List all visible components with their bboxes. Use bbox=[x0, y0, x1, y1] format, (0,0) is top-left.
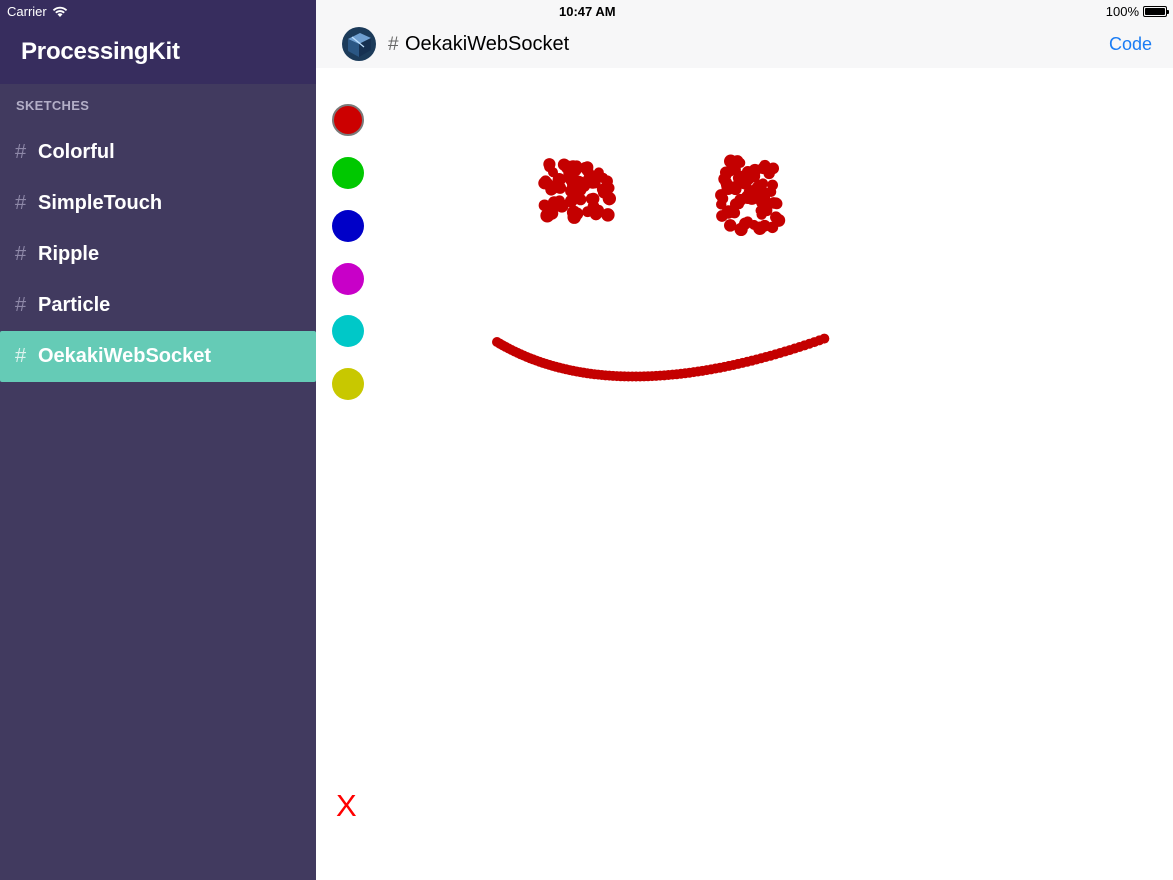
sidebar-item-label: SimpleTouch bbox=[38, 192, 163, 214]
brush-dot bbox=[772, 213, 786, 227]
brush-dot bbox=[573, 175, 584, 186]
color-swatch-cyan[interactable] bbox=[332, 315, 364, 347]
carrier-label: Carrier bbox=[7, 4, 47, 19]
clear-button[interactable]: X bbox=[336, 788, 357, 824]
battery-icon bbox=[1143, 6, 1169, 17]
color-swatch-blue[interactable] bbox=[332, 210, 364, 242]
app-title: ProcessingKit bbox=[21, 38, 180, 65]
sidebar-item-colorful[interactable]: # Colorful bbox=[0, 127, 316, 178]
status-carrier: Carrier bbox=[7, 4, 68, 19]
brush-dot bbox=[757, 178, 769, 189]
brush-dot bbox=[716, 210, 728, 222]
hash-icon: # bbox=[15, 192, 27, 214]
hash-icon: # bbox=[15, 141, 27, 163]
brush-dot bbox=[742, 216, 753, 227]
brush-dot bbox=[563, 166, 576, 180]
hash-icon: # bbox=[15, 345, 27, 367]
brush-dot bbox=[819, 333, 830, 344]
processingkit-logo-icon bbox=[342, 27, 376, 61]
hash-icon: # bbox=[15, 294, 27, 316]
sidebar-item-ripple[interactable]: # Ripple bbox=[0, 229, 316, 280]
wifi-icon bbox=[52, 6, 67, 17]
color-swatch-yellow[interactable] bbox=[332, 368, 364, 400]
brush-dot bbox=[722, 178, 733, 190]
brush-dot bbox=[756, 209, 767, 220]
sidebar-item-particle[interactable]: # Particle bbox=[0, 280, 316, 331]
brush-dot bbox=[716, 199, 727, 210]
color-swatch-green[interactable] bbox=[332, 157, 364, 189]
color-swatch-red[interactable] bbox=[332, 104, 364, 136]
nav-hash-icon: # bbox=[388, 34, 399, 55]
sketch-list: # Colorful # SimpleTouch # Ripple # Part… bbox=[0, 127, 316, 382]
brush-dot bbox=[602, 186, 613, 197]
sidebar: ProcessingKit SKETCHES # Colorful # Simp… bbox=[0, 0, 316, 880]
sidebar-item-label: Ripple bbox=[38, 243, 100, 265]
battery-percentage: 100% bbox=[1105, 4, 1139, 19]
brush-dot bbox=[723, 165, 736, 177]
sidebar-item-label: OekakiWebSocket bbox=[38, 345, 212, 367]
hash-icon: # bbox=[15, 243, 27, 265]
page-title: OekakiWebSocket bbox=[405, 33, 570, 55]
status-time: 10:47 AM bbox=[559, 4, 616, 19]
status-battery: 100% bbox=[1105, 4, 1169, 19]
brush-dot bbox=[759, 159, 771, 172]
sketch-drawing bbox=[492, 154, 830, 382]
brush-dot bbox=[583, 167, 595, 178]
sidebar-item-label: Particle bbox=[38, 294, 111, 316]
brush-dot bbox=[541, 177, 554, 190]
brush-dot bbox=[545, 207, 559, 220]
sidebar-item-label: Colorful bbox=[38, 141, 115, 163]
brush-dot bbox=[587, 200, 600, 213]
brush-dot bbox=[770, 197, 782, 208]
sidebar-item-simpletouch[interactable]: # SimpleTouch bbox=[0, 178, 316, 229]
brush-dot bbox=[565, 184, 578, 198]
brush-dot bbox=[743, 185, 756, 199]
code-button[interactable]: Code bbox=[1109, 34, 1152, 55]
brush-dot bbox=[741, 172, 755, 186]
color-swatch-magenta[interactable] bbox=[332, 263, 364, 295]
brush-dot bbox=[729, 198, 742, 210]
brush-dot bbox=[544, 161, 555, 173]
section-label-sketches: SKETCHES bbox=[16, 98, 90, 113]
brush-dot bbox=[566, 205, 580, 219]
brush-dot bbox=[574, 193, 587, 206]
brush-dot bbox=[767, 179, 779, 191]
brush-dot bbox=[731, 155, 744, 167]
sidebar-item-oekakiwebsocket[interactable]: # OekakiWebSocket bbox=[0, 331, 316, 382]
